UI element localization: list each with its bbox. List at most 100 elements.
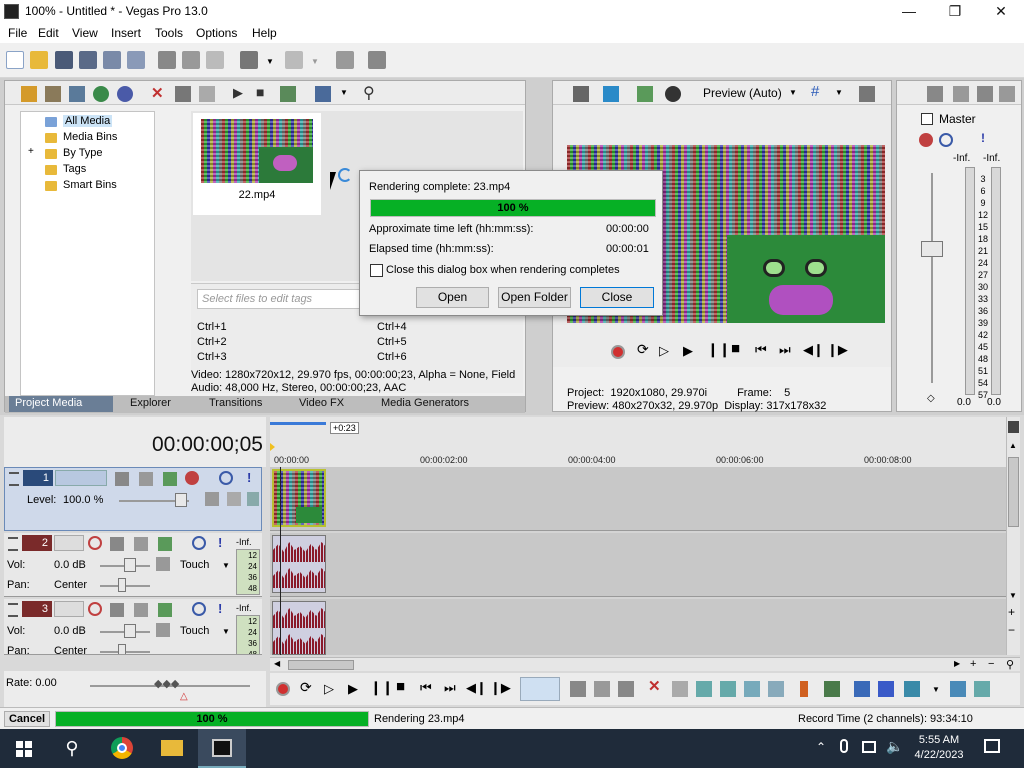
- copy-snapshot-icon[interactable]: [859, 86, 875, 102]
- make-compositing-parent-icon[interactable]: [247, 492, 259, 506]
- arm-record-icon[interactable]: [88, 602, 102, 616]
- menu-tools[interactable]: Tools: [155, 26, 183, 40]
- invert-phase-icon[interactable]: [110, 603, 124, 617]
- tag-shortcut[interactable]: Ctrl+2: [197, 335, 227, 350]
- zoom-out-vertical-icon[interactable]: −: [1008, 624, 1015, 636]
- tree-expander[interactable]: +: [28, 146, 34, 157]
- stop-media-icon[interactable]: ■: [256, 84, 264, 100]
- zoom-tool-icon[interactable]: ⚲: [1006, 658, 1014, 671]
- remove-media-icon[interactable]: ✕: [151, 84, 164, 102]
- make-compositing-child-icon[interactable]: [227, 492, 241, 506]
- master-fx-icon[interactable]: [953, 86, 969, 102]
- track-minimize-icon[interactable]: [8, 603, 18, 617]
- go-to-start-icon[interactable]: ⏮: [420, 680, 432, 696]
- preview-properties-icon[interactable]: [573, 86, 589, 102]
- cut-icon[interactable]: [158, 51, 176, 69]
- dialog-close-button[interactable]: Close: [580, 287, 654, 308]
- track-fx-chain-icon[interactable]: [158, 537, 172, 551]
- render-as-icon[interactable]: [103, 51, 121, 69]
- trim-end-icon[interactable]: [720, 681, 736, 697]
- tree-item-by-type[interactable]: By Type: [63, 147, 103, 159]
- show-hidden-icons-icon[interactable]: ⌃: [816, 740, 826, 754]
- vol-slider[interactable]: [124, 624, 136, 638]
- trim-start-icon[interactable]: [696, 681, 712, 697]
- automation-mode-dropdown-icon[interactable]: ▼: [222, 561, 230, 570]
- track-mute-icon[interactable]: [192, 602, 206, 616]
- save-as-icon[interactable]: [79, 51, 97, 69]
- master-mute-icon[interactable]: [939, 133, 953, 147]
- track-motion-icon[interactable]: [115, 472, 129, 486]
- scroll-down-icon[interactable]: ▼: [1009, 591, 1017, 600]
- tree-item-media-bins[interactable]: Media Bins: [63, 131, 117, 143]
- new-project-icon[interactable]: [6, 51, 24, 69]
- zoom-search-icon[interactable]: ⚲: [363, 83, 375, 103]
- tab-explorer[interactable]: Explorer: [130, 397, 171, 409]
- close-on-complete-label[interactable]: Close this dialog box when rendering com…: [386, 264, 620, 276]
- ignore-grouping-icon[interactable]: [974, 681, 990, 697]
- views-icon[interactable]: [315, 86, 331, 102]
- start-button[interactable]: [0, 729, 48, 768]
- ripple-edit-icon[interactable]: [904, 681, 920, 697]
- invert-phase-icon[interactable]: [110, 537, 124, 551]
- trim-icon[interactable]: [672, 681, 688, 697]
- tab-video-fx[interactable]: Video FX: [299, 397, 344, 409]
- pause-icon[interactable]: ❙❙: [707, 341, 730, 358]
- close-button[interactable]: ✕: [978, 0, 1024, 23]
- action-center-icon[interactable]: [984, 739, 1000, 753]
- file-explorer-taskbar-button[interactable]: [148, 729, 196, 768]
- master-downmix-icon[interactable]: [977, 86, 993, 102]
- track-solo-icon[interactable]: !: [218, 535, 222, 550]
- menu-view[interactable]: View: [72, 26, 98, 40]
- close-on-complete-checkbox[interactable]: [370, 264, 383, 277]
- tree-item-all-media[interactable]: All Media: [63, 115, 113, 127]
- video-track-lane[interactable]: [270, 467, 1006, 531]
- loop-playback-icon[interactable]: ⟳: [637, 341, 649, 358]
- microphone-icon[interactable]: [840, 739, 848, 753]
- paste-icon[interactable]: [206, 51, 224, 69]
- search-media-icon[interactable]: [117, 86, 133, 102]
- envelope-icon[interactable]: [156, 557, 170, 571]
- get-media-web-icon[interactable]: [93, 86, 109, 102]
- volume-icon[interactable]: 🔈: [886, 738, 903, 755]
- master-fx-button[interactable]: [919, 133, 933, 147]
- network-icon[interactable]: [862, 741, 876, 753]
- track-header-video[interactable]: 1 ! Level: 100.0 %: [4, 467, 262, 531]
- split-icon[interactable]: [744, 681, 760, 697]
- track-compositing-icon[interactable]: [139, 472, 153, 486]
- master-lock-icon[interactable]: ◇: [927, 393, 935, 404]
- play-icon[interactable]: ▶: [683, 343, 693, 359]
- menu-help[interactable]: Help: [252, 26, 277, 40]
- timeline-horizontal-scrollbar[interactable]: ◀ ▶ + − ⚲: [270, 657, 1020, 671]
- arm-record-icon[interactable]: [88, 536, 102, 550]
- timecode-display[interactable]: 00:00:00;05: [152, 433, 263, 457]
- level-slider[interactable]: [175, 493, 187, 507]
- track-content-area[interactable]: [270, 467, 1006, 655]
- search-icon[interactable]: ⚲: [48, 729, 96, 768]
- properties-icon[interactable]: [127, 51, 145, 69]
- split-screen-icon[interactable]: [665, 86, 681, 102]
- menu-file[interactable]: File: [8, 26, 27, 40]
- auto-preview-icon[interactable]: [280, 86, 296, 102]
- tree-item-smart-bins[interactable]: Smart Bins: [63, 179, 117, 191]
- menu-options[interactable]: Options: [196, 26, 237, 40]
- minimize-button[interactable]: —: [886, 0, 932, 23]
- loop-playback-icon[interactable]: ⟳: [300, 679, 312, 696]
- tag-shortcut[interactable]: Ctrl+5: [377, 335, 407, 350]
- marker-flag-icon[interactable]: [1008, 421, 1019, 433]
- preview-quality[interactable]: Preview (Auto): [703, 86, 782, 100]
- track-fx-chain-icon[interactable]: [158, 603, 172, 617]
- undo-icon[interactable]: [240, 51, 258, 69]
- master-fader[interactable]: [921, 241, 943, 257]
- video-fx-icon[interactable]: [637, 86, 653, 102]
- capture-video-icon[interactable]: [45, 86, 61, 102]
- tag-shortcut[interactable]: Ctrl+4: [377, 320, 407, 335]
- chrome-taskbar-button[interactable]: [98, 729, 146, 768]
- open-folder-icon[interactable]: [30, 51, 48, 69]
- track-header-audio-3[interactable]: 3 ! -Inf. Vol: 0.0 dB Touch ▼ Pan: Cente…: [4, 599, 262, 655]
- vol-slider[interactable]: [124, 558, 136, 572]
- clock[interactable]: 5:55 AM 4/22/2023: [906, 733, 972, 763]
- envelope-icon[interactable]: [156, 623, 170, 637]
- timeline-ruler[interactable]: +0:23 00:00:00 00:00:02:00 00:00:04:00 0…: [270, 417, 1006, 467]
- vegas-taskbar-button[interactable]: [198, 729, 246, 768]
- track-solo-icon[interactable]: !: [218, 601, 222, 616]
